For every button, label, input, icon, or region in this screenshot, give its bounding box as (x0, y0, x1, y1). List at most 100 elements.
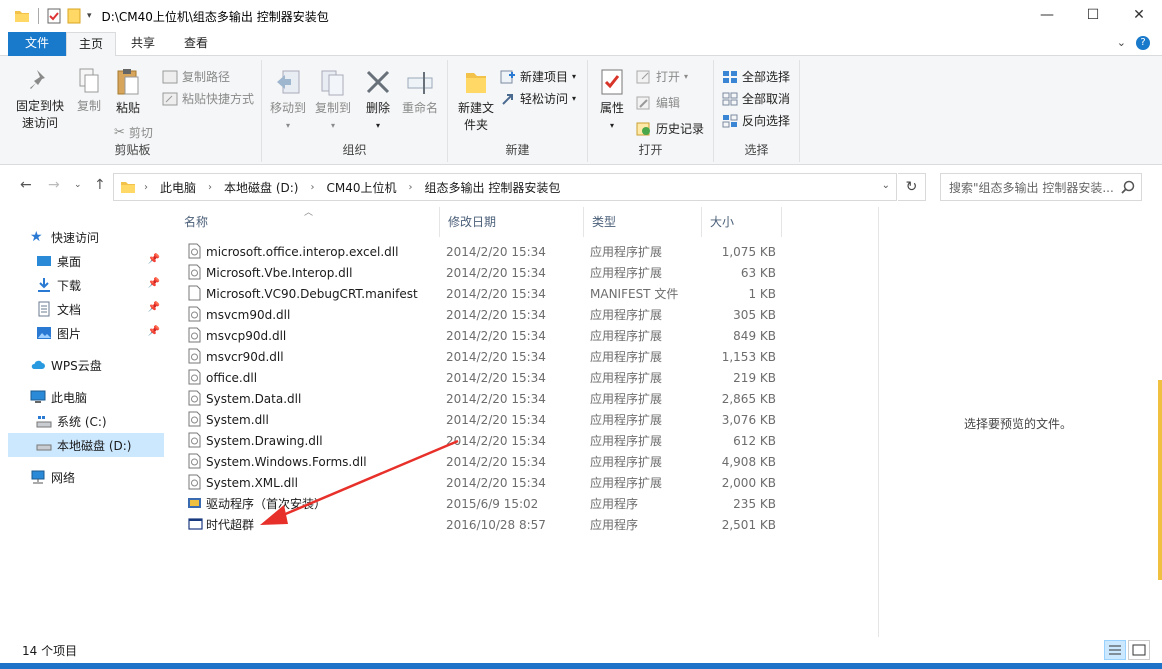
nav-downloads[interactable]: 下载 📌 (36, 273, 164, 297)
pin-icon[interactable]: 📌 (148, 326, 160, 337)
column-header-size[interactable]: 大小 (702, 207, 782, 237)
pin-icon[interactable]: 📌 (148, 302, 160, 313)
file-row[interactable]: 时代超群 2016/10/28 8:57 应用程序 2,501 KB (184, 514, 784, 535)
file-row[interactable]: Microsoft.VC90.DebugCRT.manifest 2014/2/2… (184, 283, 784, 304)
new-folder-button[interactable]: 新建文件夹 (452, 68, 500, 134)
address-history-dropdown-icon[interactable]: ⌄ (882, 180, 890, 191)
address-bar[interactable]: › 此电脑 › 本地磁盘 (D:) › CM40上位机 › 组态多输出 控制器安… (113, 173, 897, 201)
invert-selection-button[interactable]: 反向选择 (722, 112, 790, 129)
installer-icon (188, 498, 201, 508)
easy-access-button[interactable]: 轻松访问 ▾ (500, 90, 576, 107)
new-folder-quick-icon[interactable] (67, 8, 81, 24)
tab-home[interactable]: 主页 (66, 32, 116, 57)
breadcrumb-chevron-icon[interactable]: › (208, 182, 212, 193)
pin-icon[interactable]: 📌 (148, 278, 160, 289)
file-row[interactable]: msvcm90d.dll 2014/2/20 15:34 应用程序扩展 305 KB (184, 304, 784, 325)
tab-file[interactable]: 文件 (8, 32, 66, 56)
file-row[interactable]: System.Windows.Forms.dll 2014/2/20 15:34 应… (184, 451, 784, 472)
open-button[interactable]: 打开 ▾ (636, 68, 688, 85)
view-toggle (1104, 640, 1150, 660)
file-row[interactable]: office.dll 2014/2/20 15:34 应用程序扩展 219 KB (184, 367, 784, 388)
nav-network[interactable]: 网络 (30, 465, 186, 489)
breadcrumb-current-folder[interactable]: 组态多输出 控制器安装包 (425, 179, 561, 196)
pin-icon[interactable]: 📌 (148, 254, 160, 265)
nav-quick-access[interactable]: ★ 快速访问 (30, 225, 186, 249)
maximize-button[interactable]: ☐ (1070, 0, 1116, 30)
nav-wps-cloud[interactable]: WPS云盘 (30, 353, 186, 377)
rename-button[interactable]: 重命名 (398, 68, 442, 117)
nav-local-disk-d[interactable]: 本地磁盘 (D:) (8, 433, 164, 457)
file-row[interactable]: Microsoft.Vbe.Interop.dll 2014/2/20 15:34… (184, 262, 784, 283)
nav-this-pc[interactable]: 此电脑 (30, 385, 186, 409)
breadcrumb-chevron-icon[interactable]: › (144, 182, 148, 193)
file-date: 2014/2/20 15:34 (446, 286, 546, 301)
large-icons-view-button[interactable] (1128, 640, 1150, 660)
move-to-button[interactable]: 移动到 ▾ (266, 68, 310, 134)
copy-button[interactable]: 复制 (70, 68, 108, 115)
paste-shortcut-button[interactable]: 粘贴快捷方式 (162, 90, 254, 107)
breadcrumb-chevron-icon[interactable]: › (310, 182, 314, 193)
nav-documents[interactable]: 文档 📌 (36, 297, 164, 321)
select-none-button[interactable]: 全部取消 (722, 90, 790, 107)
edit-button[interactable]: 编辑 (636, 94, 680, 111)
properties-check-icon[interactable] (47, 8, 61, 24)
back-arrow-icon[interactable]: ← (20, 177, 32, 193)
minimize-button[interactable]: — (1024, 0, 1070, 30)
breadcrumb-cm40[interactable]: CM40上位机 (326, 179, 396, 196)
file-row[interactable]: System.dll 2014/2/20 15:34 应用程序扩展 3,076 KB (184, 409, 784, 430)
recent-locations-icon[interactable]: ⌄ (74, 180, 82, 190)
forward-arrow-icon[interactable]: → (48, 177, 60, 193)
paste-button[interactable]: 粘贴 (108, 68, 148, 117)
search-input[interactable]: 搜索"组态多输出 控制器安装... (940, 173, 1142, 201)
history-icon (636, 122, 650, 135)
refresh-button[interactable]: ↻ (898, 173, 926, 201)
delete-button[interactable]: 删除 ▾ (358, 68, 398, 134)
breadcrumb-chevron-icon[interactable]: › (409, 182, 413, 193)
file-name: microsoft.office.interop.excel.dll (206, 244, 399, 259)
clipboard-group: 固定到快速访问 复制 粘贴 复制路径 粘贴快捷方式 ✂ 剪切 剪贴板 (4, 60, 262, 162)
column-header-type[interactable]: 类型 (584, 207, 702, 237)
file-row[interactable]: System.XML.dll 2014/2/20 15:34 应用程序扩展 2,000… (184, 472, 784, 493)
details-view-button[interactable] (1104, 640, 1126, 660)
dll-icon (188, 474, 201, 490)
tab-share[interactable]: 共享 (120, 32, 166, 56)
copy-to-button[interactable]: 复制到 ▾ (310, 68, 356, 134)
select-group-label: 选择 (744, 143, 769, 157)
file-row[interactable]: System.Data.dll 2014/2/20 15:34 应用程序扩展 2,86… (184, 388, 784, 409)
file-name: System.Windows.Forms.dll (206, 454, 367, 469)
cloud-icon (31, 360, 45, 369)
new-item-button[interactable]: 新建项目 ▾ (500, 68, 576, 85)
close-button[interactable]: ✕ (1116, 0, 1162, 30)
file-size: 305 KB (733, 307, 776, 322)
breadcrumb-local-disk-d[interactable]: 本地磁盘 (D:) (224, 179, 298, 196)
history-button[interactable]: 历史记录 (636, 120, 704, 137)
pin-quick-access-button[interactable]: 固定到快速访问 (10, 68, 70, 132)
help-icon[interactable]: ? (1136, 36, 1150, 50)
file-type: 应用程序扩展 (590, 329, 663, 343)
breadcrumb-this-pc[interactable]: 此电脑 (160, 179, 196, 196)
up-arrow-icon[interactable]: ↑ (94, 177, 106, 193)
customize-quick-access-icon[interactable]: ▾ (87, 11, 92, 21)
background-window-edge (1158, 380, 1162, 580)
cut-button[interactable]: ✂ 剪切 (114, 124, 153, 141)
select-all-button[interactable]: 全部选择 (722, 68, 790, 85)
tab-view[interactable]: 查看 (172, 32, 220, 56)
open-group-label: 打开 (638, 143, 663, 157)
scissors-icon: ✂ (114, 125, 125, 140)
collapse-ribbon-icon[interactable]: ⌄ (1117, 36, 1126, 50)
file-row[interactable]: 驱动程序（首次安装） 2015/6/9 15:02 应用程序 235 KB (184, 493, 784, 514)
file-row[interactable]: msvcr90d.dll 2014/2/20 15:34 应用程序扩展 1,153 K… (184, 346, 784, 367)
column-header-date[interactable]: 修改日期 (440, 207, 584, 237)
file-row[interactable]: System.Drawing.dll 2014/2/20 15:34 应用程序扩展 6… (184, 430, 784, 451)
network-icon (31, 470, 45, 484)
file-row[interactable]: msvcp90d.dll 2014/2/20 15:34 应用程序扩展 849 KB (184, 325, 784, 346)
nav-pictures[interactable]: 图片 📌 (36, 321, 164, 345)
copy-path-button[interactable]: 复制路径 (162, 68, 230, 85)
file-name: System.Drawing.dll (206, 433, 323, 448)
properties-button[interactable]: 属性 ▾ (592, 68, 632, 134)
preview-pane: 选择要预览的文件。 (878, 207, 1162, 637)
nav-system-c[interactable]: 系统 (C:) (36, 409, 164, 433)
file-row[interactable]: microsoft.office.interop.excel.dll 2014/2… (184, 241, 784, 262)
column-header-name[interactable]: 名称 (176, 207, 440, 237)
nav-desktop[interactable]: 桌面 📌 (36, 249, 164, 273)
